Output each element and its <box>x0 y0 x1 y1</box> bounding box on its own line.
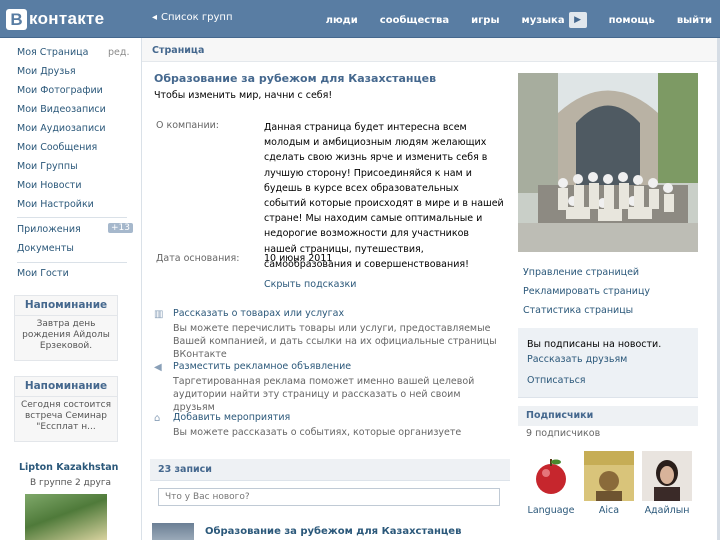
post-avatar[interactable] <box>152 523 194 540</box>
founded-label: Дата основания: <box>156 253 240 264</box>
sidebar-item-my-page[interactable]: Моя Страница <box>17 47 88 58</box>
nav-games[interactable]: игры <box>471 15 499 26</box>
subscription-box: Вы подписаны на новости. Рассказать друз… <box>518 328 698 398</box>
subscriber-avatar[interactable] <box>526 451 576 501</box>
tip-products: ▥ Рассказать о товарах или услугах Вы мо… <box>154 308 499 360</box>
sidebar-item-videos[interactable]: Мои Видеозаписи <box>17 104 106 115</box>
avatar-image <box>642 451 692 501</box>
tip-desc: Вы можете рассказать о событиях, которые… <box>173 427 462 438</box>
sidebar-divider <box>17 217 127 218</box>
subscriber-name[interactable]: Адайлын <box>638 505 696 516</box>
event-icon: ⌂ <box>154 413 161 424</box>
wall-count[interactable]: 23 записи <box>158 464 212 475</box>
tip-desc: Таргетированная реклама поможет именно в… <box>173 376 475 413</box>
page-status: Чтобы изменить мир, начни с себя! <box>154 90 333 101</box>
sidebar-item-settings[interactable]: Мои Настройки <box>17 199 94 210</box>
page-stats-link[interactable]: Статистика страницы <box>523 305 633 316</box>
page-title: Образование за рубежом для Казахстанцев <box>154 72 437 85</box>
breadcrumb: Страница <box>152 45 205 56</box>
nav-logout[interactable]: выйти <box>677 15 712 26</box>
nav-people[interactable]: люди <box>326 15 358 26</box>
reminder-box[interactable]: Напоминание Завтра день рождения Айдолы … <box>14 295 118 361</box>
about-label: О компании: <box>156 120 220 131</box>
top-bar: В контакте ◂ Список групп люди сообщества… <box>0 0 720 38</box>
subscriber-name[interactable]: Language <box>522 505 580 516</box>
vk-logo[interactable]: В контакте <box>6 8 104 30</box>
page-header-bar: Страница <box>142 38 718 62</box>
ad-image[interactable] <box>25 494 107 540</box>
reminder-text: Сегодня состоится встреча Семинар "Есспл… <box>20 400 112 432</box>
sidebar-item-news[interactable]: Мои Новости <box>17 180 82 191</box>
subscriber-name[interactable]: Aica <box>580 505 638 516</box>
apps-count-badge: +13 <box>108 223 133 233</box>
ad-subtitle: В группе 2 друга <box>30 478 112 488</box>
post-author-title[interactable]: Образование за рубежом для Казахстанцев <box>205 526 461 537</box>
tip-title[interactable]: Рассказать о товарах или услугах <box>173 308 344 319</box>
hide-tips-link[interactable]: Скрыть подсказки <box>264 279 356 290</box>
logo-icon: В <box>6 8 27 30</box>
group-photo[interactable] <box>518 73 698 252</box>
back-arrow-icon: ◂ <box>152 12 158 23</box>
sidebar-item-groups[interactable]: Мои Группы <box>17 161 78 172</box>
unsubscribe-link[interactable]: Отписаться <box>527 375 586 386</box>
tip-advert: ◀ Разместить рекламное объявление Таргет… <box>154 361 499 413</box>
sidebar-item-audio[interactable]: Мои Аудиозаписи <box>17 123 106 134</box>
nav-help[interactable]: помощь <box>609 15 655 26</box>
tip-title[interactable]: Добавить мероприятия <box>173 412 290 423</box>
wall-header: 23 записи <box>150 459 510 481</box>
tip-title[interactable]: Разместить рекламное объявление <box>173 361 351 372</box>
tip-events: ⌂ Добавить мероприятия Вы можете рассказ… <box>154 412 499 442</box>
about-text: Данная страница будет интересна всем мол… <box>264 122 504 270</box>
reminder-title: Напоминание <box>15 296 117 316</box>
logo-text: контакте <box>29 9 105 28</box>
sidebar-item-messages[interactable]: Мои Сообщения <box>17 142 97 153</box>
sidebar-item-photos[interactable]: Мои Фотографии <box>17 85 103 96</box>
back-to-groups-link[interactable]: ◂ Список групп <box>152 12 232 23</box>
play-icon[interactable]: ▶ <box>568 12 587 28</box>
sidebar-item-documents[interactable]: Документы <box>17 243 74 254</box>
subscribers-count: 9 подписчиков <box>526 428 601 439</box>
subscribed-status: Вы подписаны на новости. <box>527 339 662 350</box>
apple-icon <box>526 451 576 501</box>
tell-friends-link[interactable]: Рассказать друзьям <box>527 354 627 365</box>
top-nav: люди сообщества игры музыка ▶ помощь вый… <box>304 12 712 28</box>
subscriber-avatar[interactable] <box>584 451 634 501</box>
reminder-box[interactable]: Напоминание Сегодня состоится встреча Се… <box>14 376 118 442</box>
edit-profile-link[interactable]: ред. <box>108 47 129 58</box>
subscribers-header: Подписчики <box>518 406 698 426</box>
reminder-text: Завтра день рождения Айдолы Ерзековой. <box>22 319 110 351</box>
subscribers-title[interactable]: Подписчики <box>526 410 593 421</box>
sidebar-item-apps[interactable]: Приложения <box>17 224 81 235</box>
manage-page-link[interactable]: Управление страницей <box>523 267 639 278</box>
subscriber-avatar[interactable] <box>642 451 692 501</box>
wall-post-input[interactable] <box>158 488 500 506</box>
nav-music[interactable]: музыка <box>522 15 565 26</box>
ad-title[interactable]: Lipton Kazakhstan <box>19 462 118 473</box>
sidebar-divider <box>17 262 127 263</box>
sidebar-item-friends[interactable]: Мои Друзья <box>17 66 76 77</box>
reminder-title: Напоминание <box>15 377 117 397</box>
list-icon: ▥ <box>154 309 164 320</box>
avatar-image <box>584 451 634 501</box>
founded-value: 10 июня 2011 <box>264 253 333 264</box>
back-link-label: Список групп <box>161 12 233 23</box>
megaphone-icon: ◀ <box>154 362 162 373</box>
nav-communities[interactable]: сообщества <box>380 15 449 26</box>
advertise-page-link[interactable]: Рекламировать страницу <box>523 286 650 297</box>
tip-desc: Вы можете перечислить товары или услуги,… <box>173 323 497 360</box>
sidebar-item-guests[interactable]: Мои Гости <box>17 268 69 279</box>
group-photo-image <box>518 73 698 252</box>
